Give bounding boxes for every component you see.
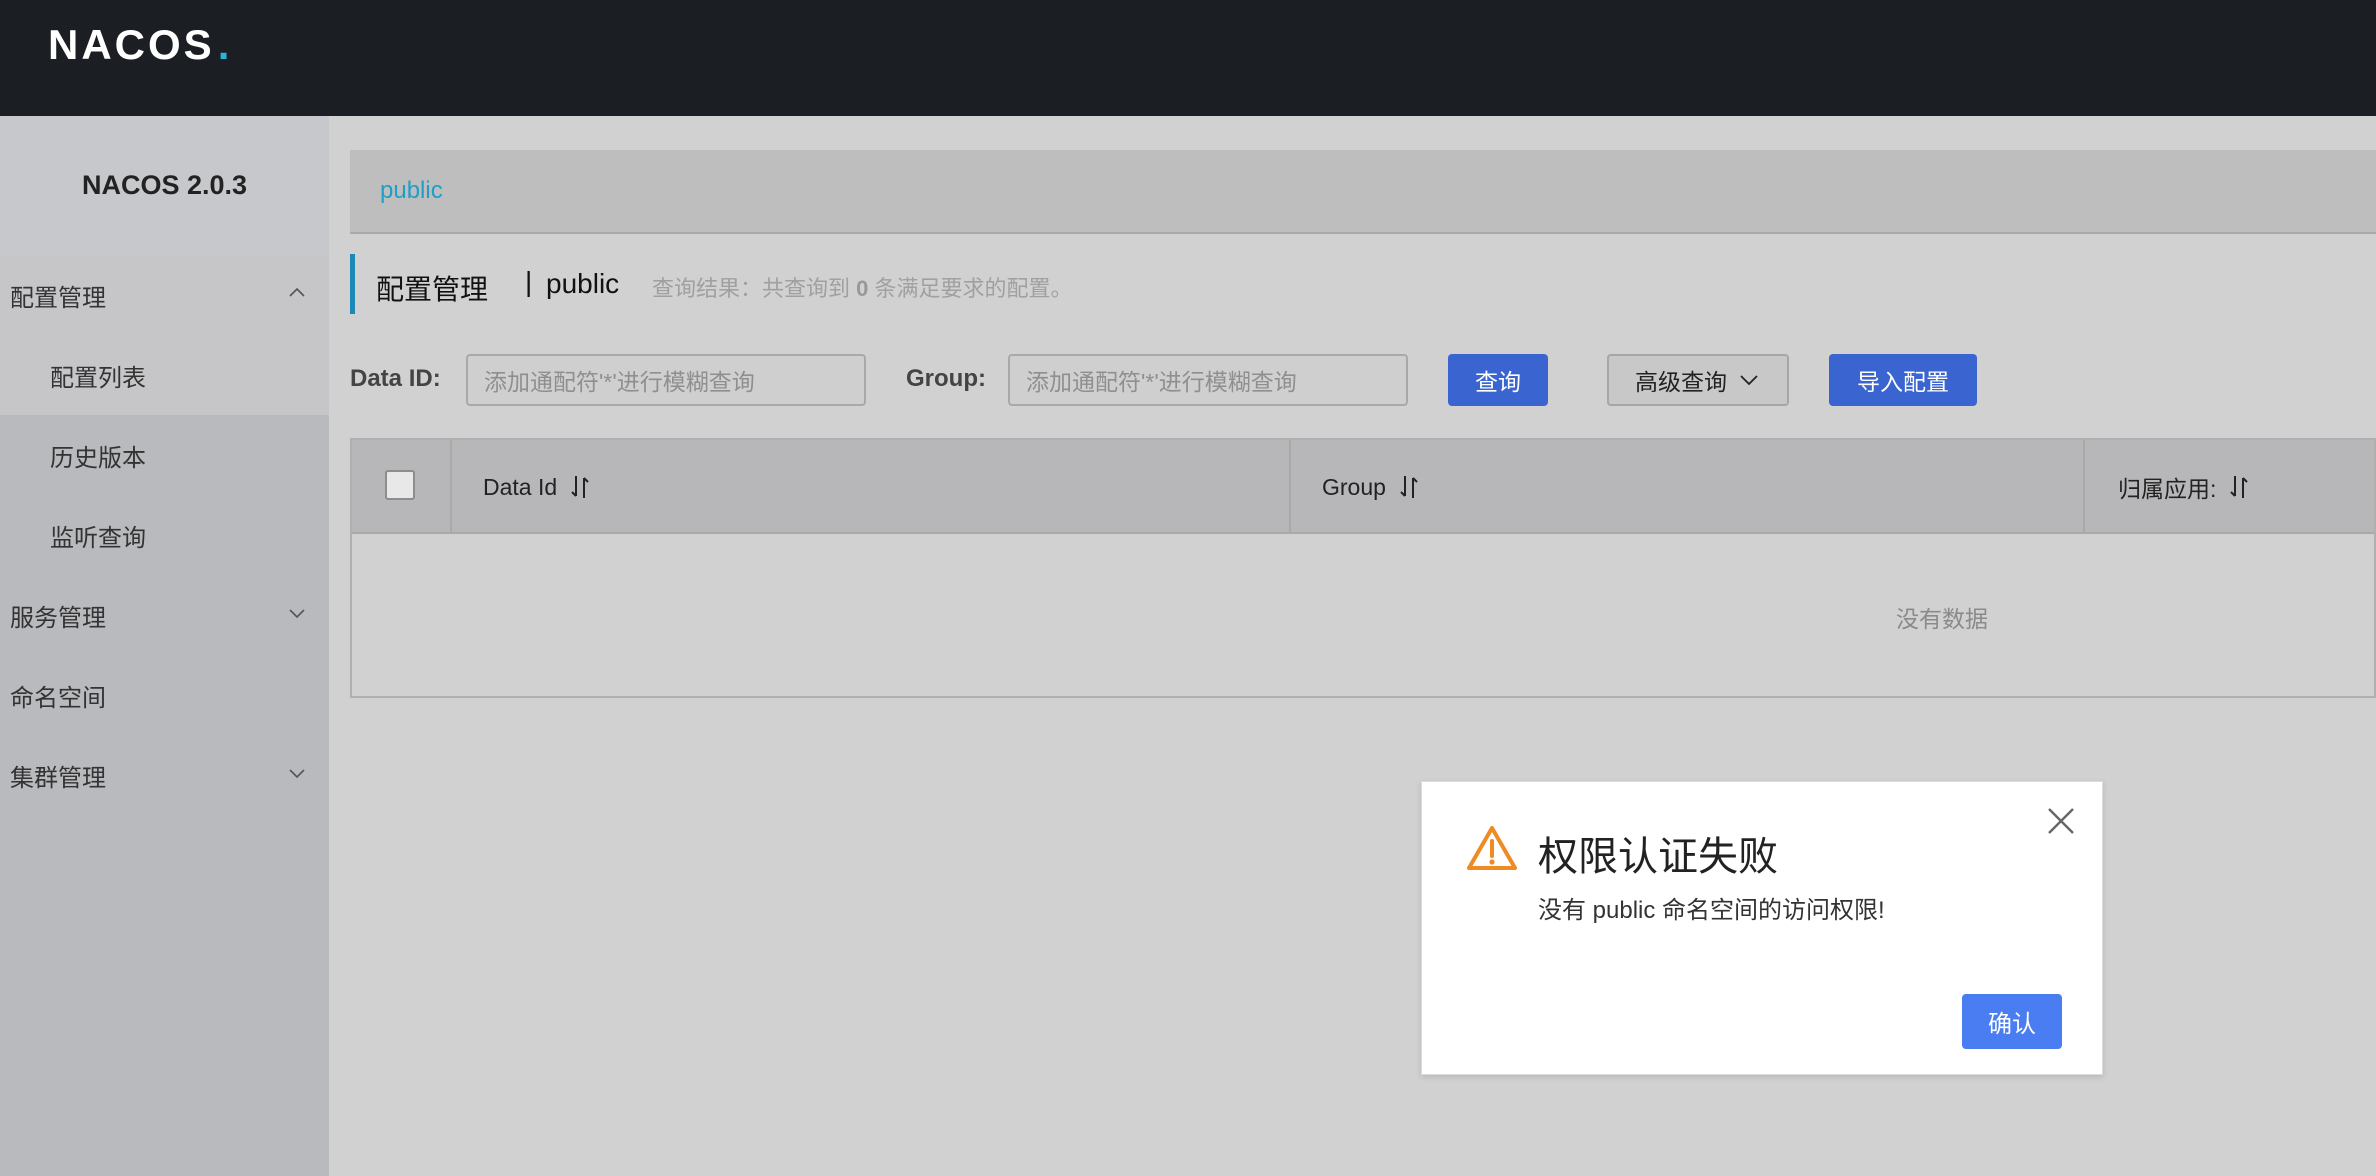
import-config-button[interactable]: 导入配置 [1829,354,1977,406]
column-divider [2083,440,2085,534]
sidebar-item-listener-query[interactable]: 监听查询 [0,495,329,575]
column-header-data-id[interactable]: Data Id [483,440,591,534]
namespace-bar: public [350,150,2376,234]
page-header: 配置管理 | public 查询结果：共查询到 0 条满足要求的配置。 [350,254,2350,314]
page-title-namespace: public [546,268,620,299]
query-result-text: 查询结果：共查询到 0 条满足要求的配置。 [652,276,1073,301]
table-header: Data Id Group 归属应用: [352,440,2374,534]
group-input[interactable]: 添加通配符'*'进行模糊查询 [1008,354,1408,406]
sidebar-item-namespace[interactable]: 命名空间 [0,655,329,735]
top-bar: NACOS. [0,0,2376,116]
chevron-down-icon [289,769,305,779]
column-header-group[interactable]: Group [1322,440,1420,534]
result-count: 0 [856,276,869,301]
data-id-label: Data ID: [350,365,441,392]
sort-icon[interactable] [1398,474,1420,500]
version-label: NACOS 2.0.3 [0,116,329,255]
data-id-input[interactable]: 添加通配符'*'进行模糊查询 [466,354,866,406]
sidebar-item-config-list[interactable]: 配置列表 [0,335,329,415]
sidebar-item-label: 监听查询 [50,524,146,552]
group-label: Group: [906,365,986,392]
dialog-message: 没有 public 命名空间的访问权限! [1538,897,1885,924]
data-id-placeholder: 添加通配符'*'进行模糊查询 [484,369,755,395]
logo-text: NACOS [48,21,215,68]
column-divider [1289,440,1291,534]
empty-table-text: 没有数据 [1896,606,1988,632]
sort-icon[interactable] [2228,474,2250,500]
sidebar-item-label: 服务管理 [10,604,106,632]
chevron-up-icon [289,287,305,297]
sidebar-item-cluster-management[interactable]: 集群管理 [0,735,329,815]
sidebar-item-label: 配置管理 [10,284,106,312]
config-table: Data Id Group 归属应用: 没有数据 [350,438,2376,698]
warning-icon [1467,826,1517,870]
chevron-down-icon [1740,375,1758,386]
title-accent-bar [350,254,355,314]
nacos-logo[interactable]: NACOS. [48,21,230,68]
advanced-query-button[interactable]: 高级查询 [1607,354,1789,406]
sidebar-item-label: 集群管理 [10,764,106,792]
query-button[interactable]: 查询 [1448,354,1548,406]
sidebar-item-config-management[interactable]: 配置管理 [0,255,329,335]
sidebar: NACOS 2.0.3 配置管理 配置列表 历史版本 监听查询 服务管理 命名空… [0,116,329,1176]
permission-error-dialog: 权限认证失败 没有 public 命名空间的访问权限! 确认 [1421,781,2103,1075]
dialog-title: 权限认证失败 [1538,835,1778,879]
column-header-app[interactable]: 归属应用: [2118,440,2250,534]
group-placeholder: 添加通配符'*'进行模糊查询 [1026,369,1297,395]
close-icon[interactable] [2046,806,2076,836]
advanced-query-label: 高级查询 [1635,369,1727,395]
sidebar-item-label: 配置列表 [50,364,146,392]
title-separator: | [525,266,533,297]
chevron-down-icon [289,609,305,619]
column-divider [450,440,452,534]
sidebar-item-history[interactable]: 历史版本 [0,415,329,495]
logo-dot: . [217,21,230,68]
select-all-checkbox[interactable] [385,470,415,500]
sort-icon[interactable] [569,474,591,500]
page-title: 配置管理 [376,274,489,305]
sidebar-item-label: 命名空间 [10,684,106,712]
confirm-button[interactable]: 确认 [1962,994,2062,1049]
namespace-tab-public[interactable]: public [380,177,443,205]
sidebar-item-service-management[interactable]: 服务管理 [0,575,329,655]
sidebar-item-label: 历史版本 [50,444,146,472]
